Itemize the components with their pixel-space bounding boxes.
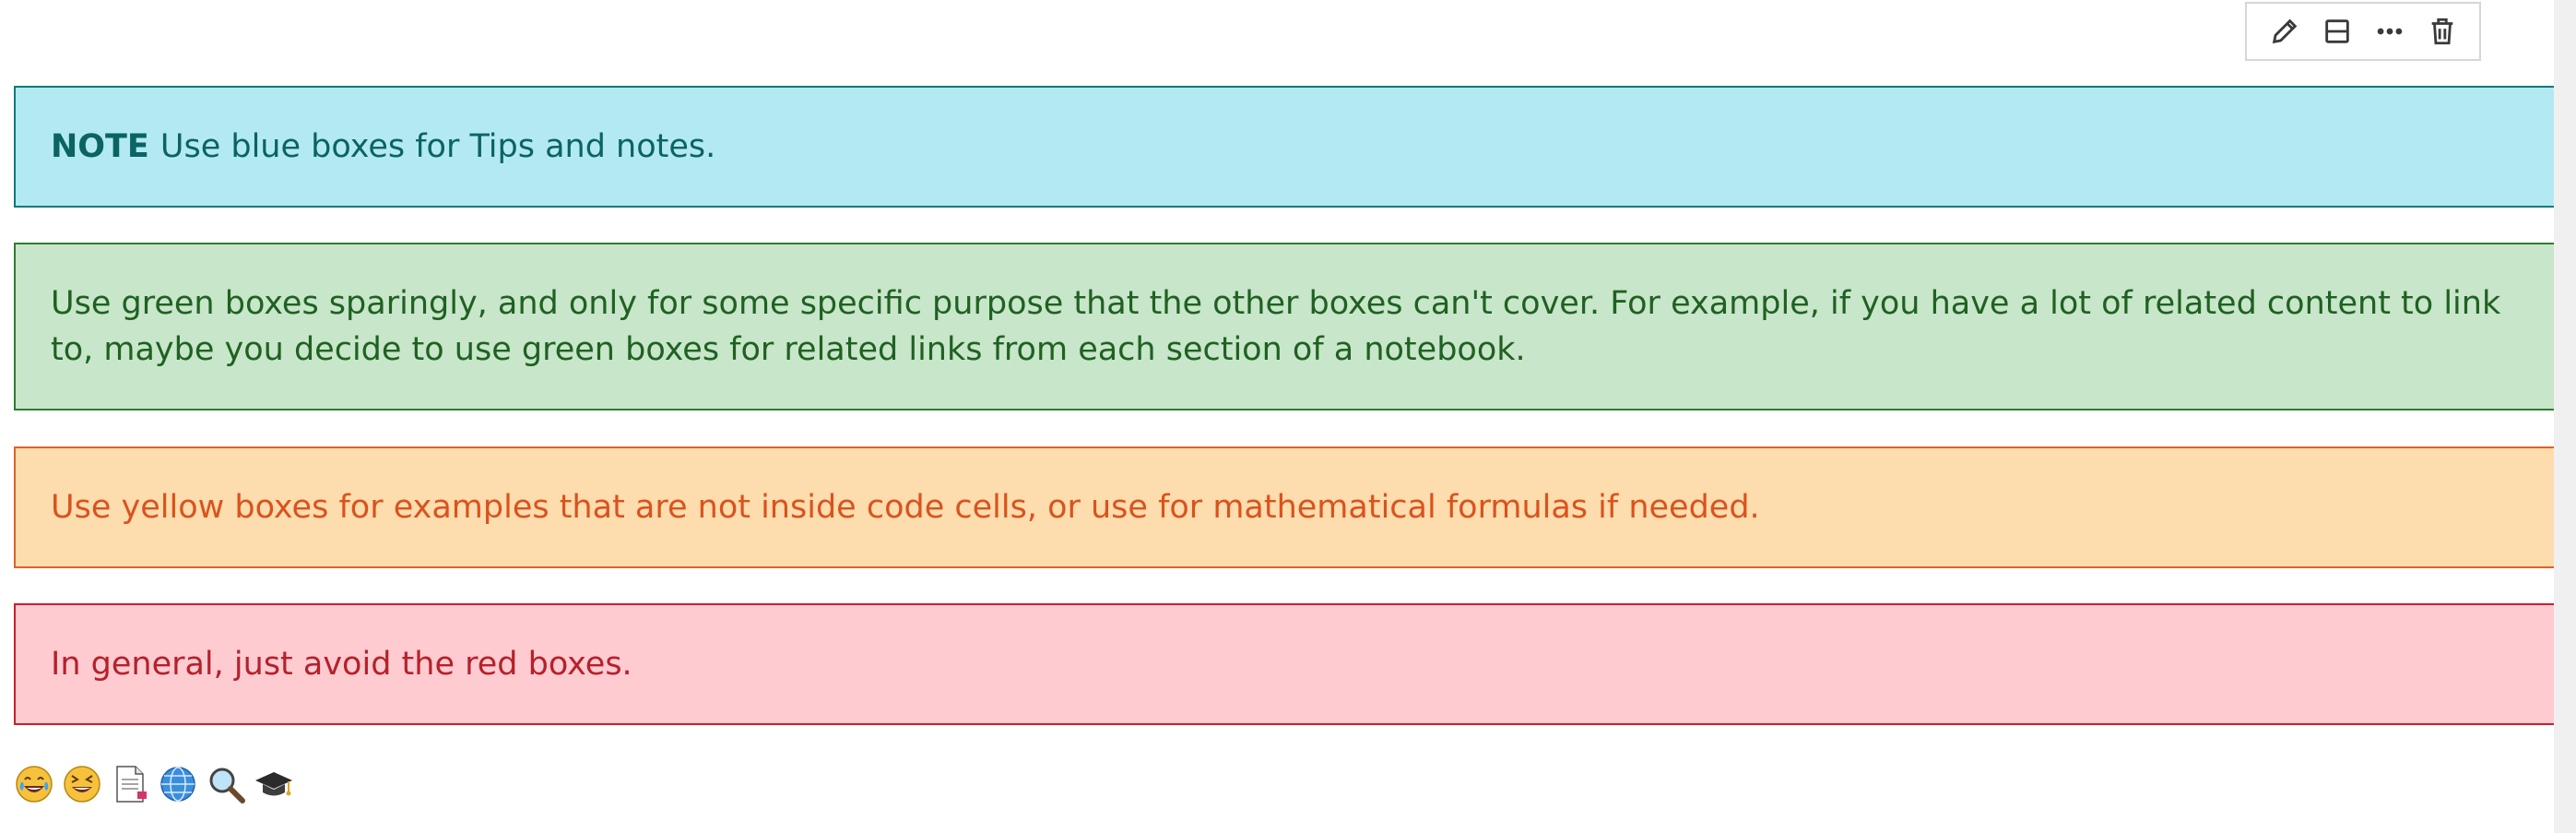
- trash-icon: [2431, 18, 2452, 45]
- info-alert-box: NOTE Use blue boxes for Tips and notes.: [14, 86, 2558, 208]
- warning-alert-box: Use yellow boxes for examples that are n…: [14, 446, 2558, 568]
- notebook-page: NOTE Use blue boxes for Tips and notes. U…: [0, 0, 2576, 833]
- danger-alert-text: In general, just avoid the red boxes.: [51, 646, 632, 683]
- magnifier-emoji: [206, 764, 246, 804]
- grinning-squint-emoji: [62, 764, 102, 804]
- delete-cell-button[interactable]: [2422, 11, 2463, 52]
- danger-alert-box: In general, just avoid the red boxes.: [14, 603, 2558, 725]
- vertical-scrollbar[interactable]: [2554, 0, 2576, 833]
- success-alert-text: Use green boxes sparingly, and only for …: [51, 285, 2501, 368]
- page-document-emoji: [110, 764, 150, 804]
- graduation-cap-emoji: [254, 764, 294, 804]
- warning-alert-text: Use yellow boxes for examples that are n…: [51, 489, 1760, 526]
- globe-emoji: [158, 764, 198, 804]
- info-alert-content: NOTE Use blue boxes for Tips and notes.: [51, 124, 715, 170]
- emoji-row: [14, 760, 294, 808]
- more-icon: [2377, 28, 2402, 35]
- success-alert-box: Use green boxes sparingly, and only for …: [14, 243, 2558, 411]
- split-cell-button[interactable]: [2317, 11, 2357, 52]
- edit-button[interactable]: [2264, 11, 2305, 52]
- info-alert-text: Use blue boxes for Tips and notes.: [160, 128, 716, 165]
- note-label: NOTE: [51, 128, 149, 165]
- cell-toolbar: [2245, 2, 2481, 61]
- split-cell-icon: [2324, 19, 2349, 43]
- pencil-icon: [2272, 18, 2297, 44]
- laughing-tears-emoji: [14, 764, 54, 804]
- more-actions-button[interactable]: [2369, 11, 2410, 52]
